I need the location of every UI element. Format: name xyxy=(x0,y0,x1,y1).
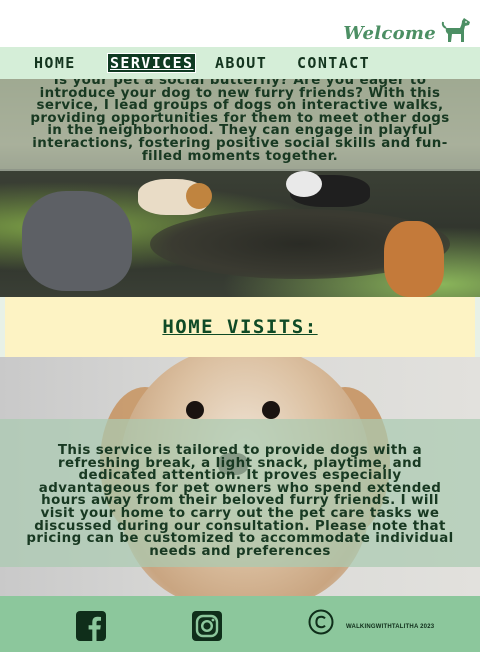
nav-services[interactable]: SERVICES xyxy=(106,53,197,73)
walks-section: Is your pet a social butterfly? Are you … xyxy=(0,79,480,297)
photo-dog-eye-left xyxy=(186,401,204,419)
page: Welcome HOME SERVICES ABOUT CONTACT Is y… xyxy=(0,0,480,652)
home-visits-heading: HOME VISITS: xyxy=(162,316,318,338)
brand-logo[interactable]: Welcome xyxy=(343,16,472,44)
copyright-icon xyxy=(308,609,334,635)
instagram-icon xyxy=(192,611,222,641)
nav-about[interactable]: ABOUT xyxy=(215,54,267,72)
photo-dog-beagle-head xyxy=(186,183,212,209)
home-visits-description: This service is tailored to provide dogs… xyxy=(26,443,454,559)
facebook-link[interactable] xyxy=(76,611,106,641)
instagram-link[interactable] xyxy=(192,611,222,641)
home-visits-heading-box: HOME VISITS: xyxy=(5,297,475,357)
home-visits-section: This service is tailored to provide dogs… xyxy=(0,357,480,596)
nav-contact[interactable]: CONTACT xyxy=(297,54,370,72)
main-nav: HOME SERVICES ABOUT CONTACT xyxy=(0,47,480,79)
footer: WALKINGWITHTALITHA 2023 xyxy=(0,596,480,652)
facebook-icon xyxy=(76,611,106,641)
walks-description: Is your pet a social butterfly? Are you … xyxy=(30,79,450,164)
photo-dog-grey xyxy=(22,191,132,291)
photo-dog-ginger xyxy=(384,221,444,297)
dog-icon xyxy=(441,18,470,42)
nav-home[interactable]: HOME xyxy=(34,54,76,72)
photo-dog-eye-right xyxy=(262,401,280,419)
copyright-text: WALKINGWITHTALITHA 2023 xyxy=(346,624,435,630)
home-visits-heading-band: HOME VISITS: xyxy=(0,297,480,357)
photo-dog-black-white-head xyxy=(286,171,322,197)
brand-welcome-text: Welcome xyxy=(343,23,436,44)
